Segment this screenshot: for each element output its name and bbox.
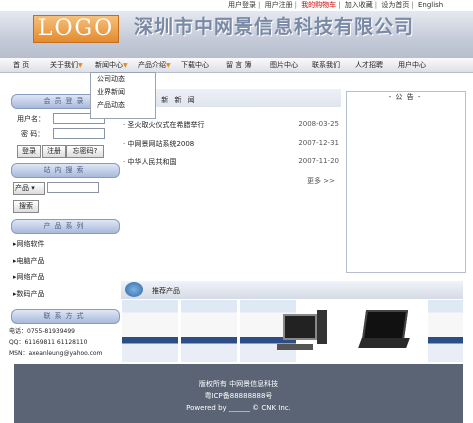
news-item-title: · 中华人民共和国	[123, 158, 177, 166]
category-label: 网络软件	[16, 240, 45, 248]
category-label: 数码产品	[16, 290, 45, 298]
login-button[interactable]: 登录	[17, 145, 41, 158]
nav-guestbook[interactable]: 留 言 簿	[226, 58, 251, 72]
username-label: 用户名：	[17, 115, 45, 123]
category-label: 网络产品	[16, 273, 45, 281]
news-item[interactable]: · 中网景网站系统2008 2007-12-31	[123, 139, 341, 149]
english-link[interactable]: English	[418, 1, 443, 9]
chevron-down-icon: ▼	[166, 62, 171, 69]
password-label: 密 码：	[21, 130, 45, 138]
register-link[interactable]: 用户注册	[265, 0, 293, 10]
news-item-title: · 中网景网站系统2008	[123, 140, 195, 148]
dropdown-item-product-news[interactable]: 产品动态	[91, 99, 155, 112]
nav-products-label: 产品介绍	[138, 61, 166, 69]
chevron-down-icon: ▼	[78, 62, 83, 69]
chevron-down-icon: ▼	[123, 62, 128, 69]
nav-gallery[interactable]: 图片中心	[270, 58, 298, 72]
news-more-link[interactable]: 更多 >>	[307, 176, 335, 186]
nav-download[interactable]: 下载中心	[181, 58, 209, 72]
category-link[interactable]: ▸电脑产品	[13, 256, 45, 266]
contact-section-title: 联系方式	[11, 309, 120, 324]
contact-qq: QQ：61169811 61128110	[9, 339, 88, 346]
main-nav: 首 页 关于我们▼ 新闻中心▼ 产品介绍▼ 下载中心 留 言 簿 图片中心 联系…	[0, 58, 473, 73]
password-input[interactable]	[53, 128, 105, 139]
product-thumbnail[interactable]	[428, 300, 463, 362]
search-input[interactable]	[47, 182, 99, 193]
contact-phone: 电话：0755-81939499	[9, 328, 75, 335]
site-logo[interactable]: LOGO	[33, 15, 119, 43]
recommend-title: 推荐产品	[152, 287, 180, 295]
products-section-title: 产品系列	[11, 219, 120, 234]
nav-news-label: 新闻中心	[95, 61, 123, 69]
notice-title: - 公 告 -	[388, 93, 422, 101]
footer-copyright: 版权所有 中网景信息科技	[198, 380, 279, 388]
homepage-link[interactable]: 设为首页	[381, 0, 409, 10]
nav-products[interactable]: 产品介绍▼	[138, 58, 171, 72]
nav-jobs[interactable]: 人才招聘	[355, 58, 383, 72]
desktop-computer-image[interactable]	[273, 300, 329, 362]
category-link[interactable]: ▸网络产品	[13, 272, 45, 282]
select-value: 产品	[15, 184, 29, 192]
news-item-date: 2007-11-20	[298, 157, 339, 165]
nav-contact[interactable]: 联系我们	[312, 58, 340, 72]
company-name: 深圳市中网景信息科技有限公司	[134, 16, 415, 38]
forgot-password-button[interactable]: 忘密码?	[66, 145, 104, 158]
nav-news[interactable]: 新闻中心▼	[95, 58, 128, 72]
nav-user-center[interactable]: 用户中心	[398, 58, 426, 72]
news-dropdown-menu: 公司动态 业界新闻 产品动态	[90, 72, 156, 119]
refresh-icon	[125, 282, 143, 297]
register-button[interactable]: 注册	[42, 145, 66, 158]
news-item-title: · 圣火取火仪式在希腊举行	[123, 121, 205, 129]
login-link[interactable]: 用户登录	[228, 0, 256, 10]
product-thumbnail[interactable]	[181, 300, 237, 362]
category-label: 电脑产品	[16, 257, 45, 265]
laptop-image[interactable]	[358, 300, 414, 362]
cart-link[interactable]: 我的购物车	[301, 0, 336, 10]
news-item[interactable]: · 圣火取火仪式在希腊举行 2008-03-25	[123, 120, 341, 130]
footer-powered: Powered by ______ © CNK Inc.	[186, 404, 291, 412]
news-item[interactable]: · 中华人民共和国 2007-11-20	[123, 157, 341, 167]
contact-msn: MSN：axeanleung@yahoo.com	[9, 350, 103, 357]
nav-about-label: 关于我们	[50, 61, 78, 69]
footer: 版权所有 中网景信息科技 粤ICP备88888888号 Powered by _…	[14, 364, 463, 423]
footer-icp: 粤ICP备88888888号	[204, 392, 273, 400]
search-section-title: 站内搜索	[11, 163, 120, 178]
search-button[interactable]: 搜索	[13, 200, 39, 213]
dropdown-item-company-news[interactable]: 公司动态	[91, 73, 155, 86]
dropdown-item-industry-news[interactable]: 业界新闻	[91, 86, 155, 99]
category-link[interactable]: ▸网络软件	[13, 239, 45, 249]
nav-about[interactable]: 关于我们▼	[50, 58, 83, 72]
news-item-date: 2007-12-31	[298, 139, 339, 147]
search-category-select[interactable]: 产品 ▾	[13, 182, 45, 195]
nav-home[interactable]: 首 页	[13, 58, 29, 72]
category-link[interactable]: ▸数码产品	[13, 289, 45, 299]
favorite-link[interactable]: 加入收藏	[345, 0, 373, 10]
news-item-date: 2008-03-25	[298, 120, 339, 128]
product-thumbnail[interactable]	[122, 300, 178, 362]
notice-panel	[346, 91, 466, 273]
